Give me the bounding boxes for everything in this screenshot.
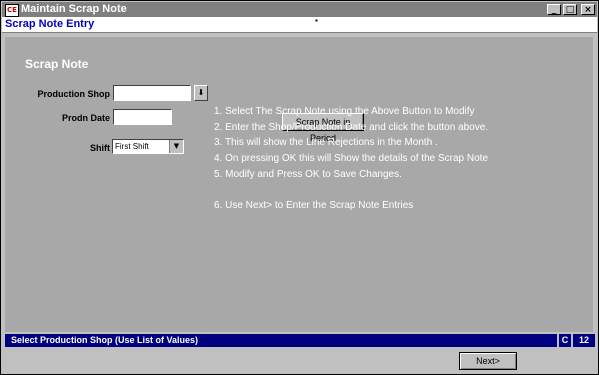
next-button[interactable]: Next> (459, 352, 517, 370)
instruction-line: 2. Enter the Shop/Production Date and cl… (214, 121, 489, 133)
status-count: 12 (571, 334, 595, 347)
instructions: 1. Select The Scrap Note using the Above… (214, 104, 488, 214)
production-shop-label: Production Shop (37, 89, 111, 99)
prodn-date-label: Prodn Date (61, 113, 110, 123)
header-marker-icon: ▪ (315, 16, 318, 25)
maximize-button[interactable]: □ (563, 4, 577, 15)
prodn-date-input[interactable] (113, 109, 172, 125)
chevron-down-icon[interactable]: ▼ (169, 140, 183, 153)
section-title: Scrap Note (25, 57, 89, 71)
instruction-line: 5. Modify and Press OK to Save Changes. (214, 168, 402, 180)
window-title: Maintain Scrap Note (21, 3, 127, 15)
instruction-gap (214, 183, 488, 199)
instruction-line: 1. Select The Scrap Note using the Above… (214, 106, 475, 117)
instruction-line: 4. On pressing OK this will Show the det… (214, 153, 489, 165)
instruction-line: 3. This will show the Line Rejections in… (214, 137, 438, 149)
status-message: Select Production Shop (Use List of Valu… (11, 335, 199, 345)
shift-select-value: First Shift (115, 142, 149, 151)
title-bar[interactable]: CE Maintain Scrap Note _ □ × (2, 2, 597, 17)
status-bar: Select Production Shop (Use List of Valu… (5, 334, 595, 347)
production-shop-input[interactable] (113, 85, 191, 101)
app-window: CE Maintain Scrap Note _ □ × Scrap Note … (0, 0, 599, 375)
page-header: Scrap Note Entry ▪ (2, 17, 597, 33)
app-icon: CE (5, 4, 19, 17)
close-button[interactable]: × (581, 4, 595, 15)
shift-label: Shift (90, 143, 110, 153)
instruction-line: 6. Use Next> to Enter the Scrap Note Ent… (214, 200, 414, 212)
list-of-values-icon[interactable]: ⬇ (194, 85, 208, 101)
minimize-button[interactable]: _ (547, 4, 561, 15)
status-mode: C (557, 334, 571, 347)
shift-select[interactable]: First Shift ▼ (112, 139, 184, 154)
page-title: Scrap Note Entry (5, 18, 95, 30)
